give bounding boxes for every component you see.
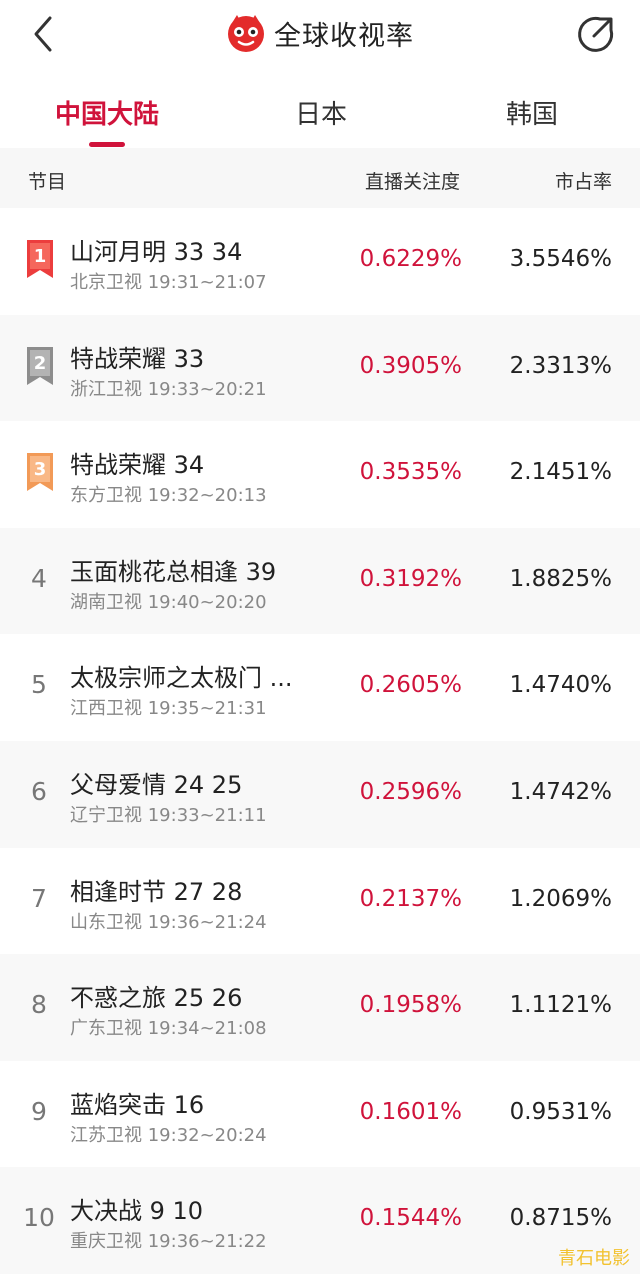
rank-number: 8 (31, 990, 47, 1020)
header-attention: 直播关注度 (365, 171, 461, 193)
program-title: 不惑之旅 25 26 (70, 984, 243, 1013)
table-row[interactable]: 7 相逢时节 27 28 山东卫视 19:36~21:24 0.2137% 1.… (0, 847, 640, 955)
channel-time: 辽宁卫视 19:33~21:11 (70, 804, 267, 826)
program-title: 父母爱情 24 25 (70, 770, 243, 799)
rank-number: 4 (31, 563, 47, 593)
channel-time: 山东卫视 19:36~21:24 (70, 911, 267, 933)
table-row[interactable]: 5 太极宗师之太极门 ... 江西卫视 19:35~21:31 0.2605% … (0, 634, 640, 741)
share-value: 0.8715% (509, 1205, 612, 1232)
channel-time: 浙江卫视 19:33~20:21 (70, 378, 267, 400)
active-tab-indicator (89, 142, 125, 147)
attention-value: 0.2137% (359, 885, 462, 912)
title-group: 全球收视率 (0, 10, 640, 56)
channel-time: 湖南卫视 19:40~20:20 (70, 591, 267, 613)
program-title: 太极宗师之太极门 ... (70, 664, 293, 693)
channel-time: 江西卫视 19:35~21:31 (70, 698, 267, 720)
program-title: 蓝焰突击 16 (70, 1090, 205, 1119)
region-tabs: 中国大陆 日本 韩国 (0, 78, 640, 148)
attention-value: 0.1958% (359, 992, 462, 1019)
share-value: 1.8825% (509, 565, 612, 592)
table-row[interactable]: 8 不惑之旅 25 26 广东卫视 19:34~21:08 0.1958% 1.… (0, 954, 640, 1061)
attention-value: 0.6229% (359, 246, 462, 272)
table-row[interactable]: 6 父母爱情 24 25 辽宁卫视 19:33~21:11 0.2596% 1.… (0, 740, 640, 848)
tab-mainland-china[interactable]: 中国大陆 (55, 94, 159, 131)
rank-number: 1 (33, 246, 47, 267)
program-title: 相逢时节 27 28 (70, 877, 243, 906)
page-title: 全球收视率 (274, 20, 414, 52)
rank-number: 9 (31, 1096, 47, 1126)
share-value: 1.4740% (509, 672, 612, 699)
program-title: 特战荣耀 34 (70, 451, 205, 480)
channel-time: 北京卫视 19:31~21:07 (70, 272, 267, 293)
table-row[interactable]: 10 大决战 9 10 重庆卫视 19:36~21:22 0.1544% 0.8… (0, 1167, 640, 1274)
channel-time: 广东卫视 19:34~21:08 (70, 1018, 267, 1040)
table-row[interactable]: 2 特战荣耀 33 浙江卫视 19:33~20:21 0.3905% 2.331… (0, 314, 640, 422)
rank-number: 3 (33, 459, 47, 481)
program-title: 特战荣耀 33 (70, 344, 205, 373)
rank-number: 6 (31, 776, 47, 806)
share-icon[interactable] (574, 12, 618, 56)
rank-number: 7 (31, 883, 47, 913)
attention-value: 0.1544% (359, 1205, 462, 1232)
table-row[interactable]: 4 玉面桃花总相逢 39 湖南卫视 19:40~20:20 0.3192% 1.… (0, 527, 640, 635)
rank-number: 10 (23, 1203, 55, 1233)
share-value: 1.1121% (509, 992, 612, 1019)
attention-value: 0.3535% (359, 459, 462, 486)
channel-time: 江苏卫视 19:32~20:24 (70, 1124, 267, 1146)
header-share: 市占率 (554, 171, 612, 193)
rank-number: 5 (31, 670, 47, 700)
tab-korea[interactable]: 韩国 (506, 94, 558, 131)
channel-time: 重庆卫视 19:36~21:22 (70, 1231, 267, 1253)
program-title: 山河月明 33 34 (70, 238, 243, 266)
rank-number: 2 (33, 352, 47, 374)
table-header: 节目 直播关注度 市占率 (0, 148, 640, 208)
cat-logo-icon (228, 15, 264, 52)
top-bar: 全球收视率 (0, 0, 640, 66)
table-row[interactable]: 1 山河月明 33 34 北京卫视 19:31~21:07 0.6229% 3.… (0, 208, 640, 315)
table-row[interactable]: 3 特战荣耀 34 东方卫视 19:32~20:13 0.3535% 2.145… (0, 421, 640, 528)
attention-value: 0.1601% (359, 1098, 462, 1125)
share-value: 3.5546% (509, 246, 612, 272)
share-value: 0.9531% (509, 1098, 612, 1125)
tab-japan[interactable]: 日本 (295, 94, 347, 131)
watermark: 青石电影 (558, 1248, 630, 1269)
ratings-list: 1 山河月明 33 34 北京卫视 19:31~21:07 0.6229% 3.… (0, 208, 640, 1274)
header-program: 节目 (28, 171, 67, 193)
table-row[interactable]: 9 蓝焰突击 16 江苏卫视 19:32~20:24 0.1601% 0.953… (0, 1060, 640, 1168)
share-value: 1.4742% (509, 778, 612, 805)
share-value: 2.3313% (509, 352, 612, 379)
attention-value: 0.3905% (359, 352, 462, 379)
channel-time: 东方卫视 19:32~20:13 (70, 485, 267, 507)
attention-value: 0.2605% (359, 672, 462, 699)
program-title: 玉面桃花总相逢 39 (70, 557, 277, 586)
program-title: 大决战 9 10 (70, 1197, 204, 1226)
share-value: 1.2069% (509, 885, 612, 912)
share-value: 2.1451% (509, 459, 612, 486)
attention-value: 0.2596% (359, 778, 462, 805)
attention-value: 0.3192% (359, 565, 462, 592)
